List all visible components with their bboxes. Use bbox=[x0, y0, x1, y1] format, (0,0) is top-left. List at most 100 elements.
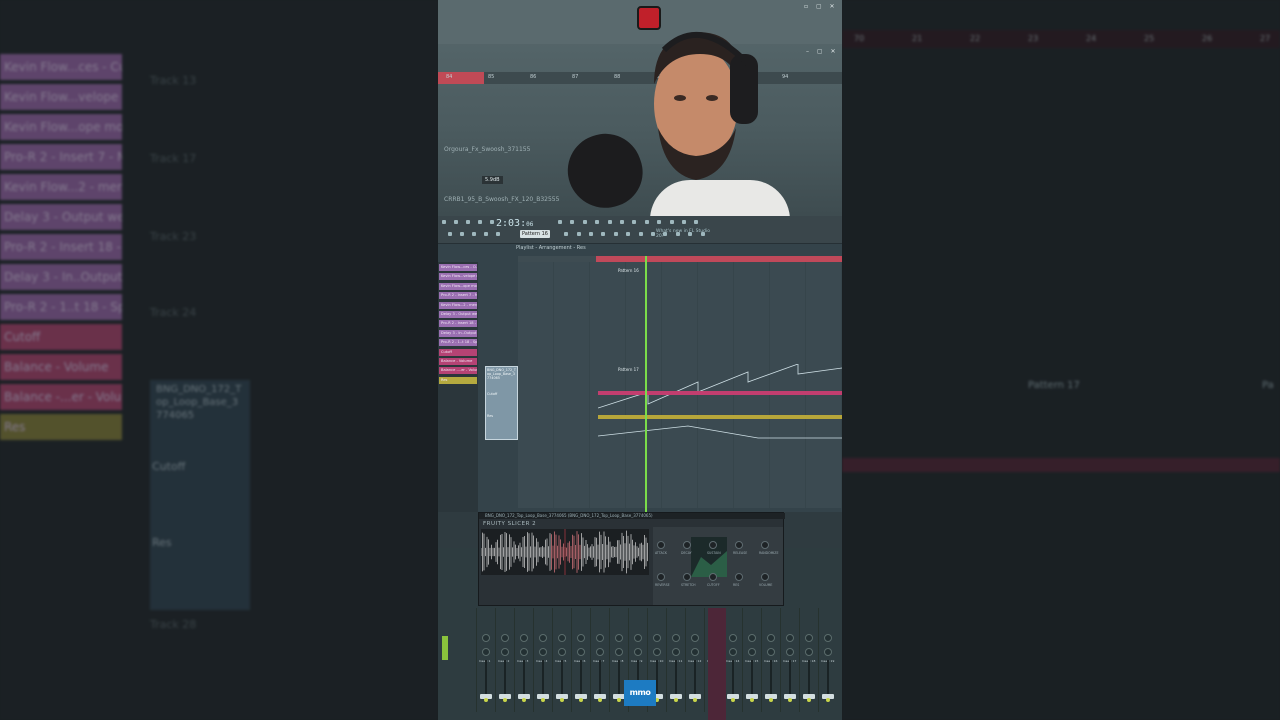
route-led[interactable] bbox=[807, 698, 811, 702]
mixer-strip[interactable]: Insert 11 bbox=[666, 608, 685, 712]
picker-item[interactable]: Res bbox=[439, 376, 477, 384]
volume-knob[interactable] bbox=[786, 648, 794, 656]
mixer-strip[interactable]: Insert 4 bbox=[533, 608, 552, 712]
pan-knob[interactable] bbox=[520, 634, 528, 642]
toolbar-icon[interactable] bbox=[582, 220, 587, 224]
volume-knob[interactable] bbox=[691, 648, 699, 656]
toolbar-icon[interactable] bbox=[694, 220, 699, 224]
route-led[interactable] bbox=[826, 698, 830, 702]
picker-item[interactable]: Cutoff bbox=[439, 348, 477, 356]
plugin-knob[interactable] bbox=[709, 541, 717, 549]
pan-knob[interactable] bbox=[691, 634, 699, 642]
mixer-strip[interactable]: Insert 18 bbox=[799, 608, 818, 712]
picker-item[interactable]: Pro-R 2 - 1..t 18 - Space bbox=[439, 339, 477, 347]
toolbar-icon[interactable] bbox=[669, 220, 674, 224]
toolbar-icon[interactable] bbox=[496, 232, 500, 236]
volume-knob[interactable] bbox=[520, 648, 528, 656]
picker-item[interactable]: Kevin Flow...ope mod #2 bbox=[439, 282, 477, 290]
toolbar-icon[interactable] bbox=[466, 220, 470, 224]
volume-knob[interactable] bbox=[634, 648, 642, 656]
pan-knob[interactable] bbox=[482, 634, 490, 642]
selected-clip[interactable]: BNG_DNO_172_T op_Loop_Base_3 774065 Cuto… bbox=[485, 366, 518, 440]
route-led[interactable] bbox=[674, 698, 678, 702]
toolbar-icon[interactable] bbox=[570, 220, 575, 224]
mixer-strip[interactable]: Insert 7 bbox=[590, 608, 609, 712]
toolbar-icon[interactable] bbox=[626, 232, 631, 236]
mixer-strip[interactable]: Insert 15 bbox=[742, 608, 761, 712]
pan-knob[interactable] bbox=[558, 634, 566, 642]
route-led[interactable] bbox=[731, 698, 735, 702]
toolbar-icon[interactable] bbox=[442, 220, 446, 224]
toolbar-icon[interactable] bbox=[657, 220, 662, 224]
volume-knob[interactable] bbox=[653, 648, 661, 656]
toolbar-icon[interactable] bbox=[632, 220, 637, 224]
route-led[interactable] bbox=[598, 698, 602, 702]
playlist-window-controls[interactable]: – ▢ ✕ bbox=[806, 48, 839, 55]
mixer-strip[interactable]: Insert 19 bbox=[818, 608, 837, 712]
pan-knob[interactable] bbox=[767, 634, 775, 642]
volume-knob[interactable] bbox=[501, 648, 509, 656]
volume-knob[interactable] bbox=[558, 648, 566, 656]
mixer-strip[interactable]: Insert 16 bbox=[761, 608, 780, 712]
plugin-knob[interactable] bbox=[735, 573, 743, 581]
res-automation-lane[interactable] bbox=[598, 415, 842, 419]
mixer-strip[interactable]: Insert 2 bbox=[495, 608, 514, 712]
toolbar-icon[interactable] bbox=[682, 220, 686, 224]
toolbar-icon[interactable] bbox=[607, 220, 612, 224]
toolbar-icon[interactable] bbox=[558, 220, 562, 224]
route-led[interactable] bbox=[693, 698, 697, 702]
volume-knob[interactable] bbox=[615, 648, 623, 656]
route-led[interactable] bbox=[750, 698, 754, 702]
plugin-knob[interactable] bbox=[657, 573, 665, 581]
picker-item[interactable]: Balance - Volume bbox=[439, 358, 477, 365]
pan-knob[interactable] bbox=[729, 634, 737, 642]
picker-item[interactable]: Kevin Flow...2 - merged bbox=[439, 301, 477, 309]
toolbar-icon[interactable] bbox=[638, 232, 643, 236]
mixer-strip[interactable]: Insert 12 bbox=[685, 608, 704, 712]
volume-knob[interactable] bbox=[539, 648, 547, 656]
toolbar-icon[interactable] bbox=[576, 232, 581, 236]
volume-knob[interactable] bbox=[596, 648, 604, 656]
selected-mixer-strip[interactable] bbox=[708, 608, 726, 720]
plugin-knob[interactable] bbox=[761, 541, 769, 549]
toolbar-icon[interactable] bbox=[478, 220, 482, 224]
toolbar-icon[interactable] bbox=[620, 220, 624, 224]
toolbar-icon[interactable] bbox=[490, 220, 494, 224]
route-led[interactable] bbox=[484, 698, 488, 702]
route-led[interactable] bbox=[617, 698, 621, 702]
pan-knob[interactable] bbox=[634, 634, 642, 642]
route-led[interactable] bbox=[541, 698, 545, 702]
mixer-strip[interactable]: Insert 5 bbox=[552, 608, 571, 712]
toolbar-icon[interactable] bbox=[484, 232, 488, 236]
mixer-strip[interactable]: Insert 6 bbox=[571, 608, 590, 712]
cutoff-automation-lane[interactable] bbox=[598, 391, 842, 395]
plugin-knob[interactable] bbox=[709, 573, 717, 581]
pan-knob[interactable] bbox=[501, 634, 509, 642]
pattern-selector[interactable]: Pattern 16 bbox=[520, 230, 550, 238]
picker-item[interactable]: Balance -...er - Volume bbox=[439, 367, 477, 375]
picker-item[interactable]: Delay 3 - Output wet bbox=[439, 311, 477, 318]
toolbar-icon[interactable] bbox=[454, 220, 458, 224]
volume-knob[interactable] bbox=[482, 648, 490, 656]
picker-item[interactable]: Pro-R 2 - Insert 18 - Mix bbox=[439, 320, 477, 328]
route-led[interactable] bbox=[503, 698, 507, 702]
toolbar-icon[interactable] bbox=[472, 232, 476, 236]
plugin-knob[interactable] bbox=[657, 541, 665, 549]
route-led[interactable] bbox=[769, 698, 773, 702]
mixer-strip[interactable]: Insert 3 bbox=[514, 608, 533, 712]
route-led[interactable] bbox=[560, 698, 564, 702]
toolbar-icon[interactable] bbox=[564, 232, 569, 236]
window-controls[interactable]: ▫ ▢ ✕ bbox=[804, 3, 838, 10]
plugin-header[interactable]: BNG_DNO_172_Top_Loop_Base_3774065 (BNG_D… bbox=[479, 513, 785, 519]
plugin-knob[interactable] bbox=[683, 541, 691, 549]
toolbar-icon[interactable] bbox=[460, 232, 464, 236]
toolbar-icon[interactable] bbox=[613, 232, 618, 236]
mixer-strip[interactable]: Insert 1 bbox=[476, 608, 495, 712]
mixer-strip[interactable]: Insert 17 bbox=[780, 608, 799, 712]
picker-item[interactable]: Pro-R 2 - Insert 7 - Mix bbox=[439, 292, 477, 300]
sample-waveform[interactable] bbox=[481, 529, 649, 575]
volume-knob[interactable] bbox=[805, 648, 813, 656]
picker-item[interactable]: Kevin Flow...velope mod bbox=[439, 273, 477, 281]
pan-knob[interactable] bbox=[539, 634, 547, 642]
route-led[interactable] bbox=[579, 698, 583, 702]
